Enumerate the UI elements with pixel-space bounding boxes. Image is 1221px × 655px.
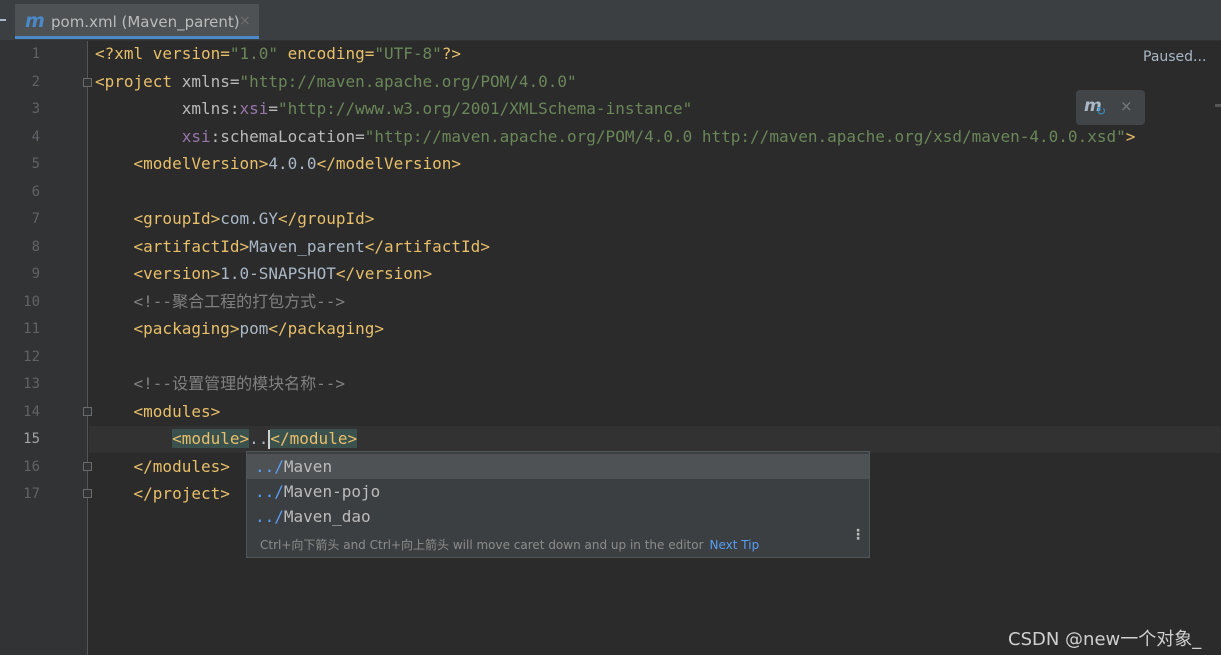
tab-title: pom.xml (Maven_parent): [51, 13, 240, 31]
indexing-status: Paused...: [1143, 49, 1207, 65]
editor-tab-bar: m pom.xml (Maven_parent) ×: [0, 0, 1221, 41]
line-number: 1: [31, 46, 40, 62]
refresh-icon: ↻: [1096, 104, 1107, 118]
code-line-11[interactable]: <packaging>pom</packaging>: [95, 319, 384, 339]
line-number: 4: [31, 129, 40, 145]
code-line-17[interactable]: </project>: [95, 484, 230, 504]
completion-item[interactable]: ../Maven-pojo: [247, 479, 869, 504]
line-number: 14: [23, 404, 40, 420]
completion-item[interactable]: ../Maven: [247, 454, 869, 479]
line-number: 13: [23, 376, 40, 392]
line-number: 10: [23, 294, 40, 310]
line-number: 12: [23, 349, 40, 365]
tab-close-icon[interactable]: ×: [239, 13, 251, 29]
line-number: 11: [23, 321, 40, 337]
vertical-dots-icon[interactable]: ⋮: [851, 528, 865, 542]
tab-pom-xml[interactable]: m pom.xml (Maven_parent) ×: [15, 4, 259, 39]
code-line-15[interactable]: <module>.. </module>: [95, 429, 358, 449]
fold-marker-project[interactable]: [83, 78, 92, 87]
line-number: 15: [23, 431, 40, 447]
code-line-9[interactable]: <version>1.0-SNAPSHOT</version>: [95, 264, 433, 284]
line-number: 8: [31, 239, 40, 255]
code-line-14[interactable]: <modules>: [95, 402, 221, 422]
watermark: CSDN @new一个对象_: [1008, 629, 1202, 650]
line-number: 6: [31, 184, 40, 200]
scrollbar-marker[interactable]: [1215, 104, 1221, 107]
maven-m-icon: m: [25, 10, 45, 32]
tab-overflow-icon[interactable]: [0, 19, 6, 21]
completion-tip: Ctrl+向下箭头 and Ctrl+向上箭头 will move caret …: [260, 536, 759, 553]
maven-reload-popup: m ↻ ×: [1076, 90, 1145, 125]
completion-tip-text: Ctrl+向下箭头 and Ctrl+向上箭头 will move caret …: [260, 538, 704, 552]
code-line-8[interactable]: <artifactId>Maven_parent</artifactId>: [95, 237, 490, 257]
code-line-4[interactable]: xsi:schemaLocation="http://maven.apache.…: [95, 127, 1136, 147]
completion-popup: ../Maven ../Maven-pojo ../Maven_dao Ctrl…: [246, 451, 870, 558]
code-line-5[interactable]: <modelVersion>4.0.0</modelVersion>: [95, 154, 462, 174]
line-number: 9: [31, 266, 40, 282]
code-line-13[interactable]: <!--设置管理的模块名称-->: [95, 374, 345, 394]
line-number: 7: [31, 211, 40, 227]
code-line-16[interactable]: </modules>: [95, 457, 230, 477]
code-line-3[interactable]: xmlns:xsi="http://www.w3.org/2001/XMLSch…: [95, 99, 693, 119]
code-line-7[interactable]: <groupId>com.GY</groupId>: [95, 209, 375, 229]
line-number: 2: [31, 74, 40, 90]
fold-end-modules[interactable]: [83, 462, 92, 471]
line-number: 16: [23, 459, 40, 475]
fold-marker-modules[interactable]: [83, 407, 92, 416]
close-icon[interactable]: ×: [1120, 97, 1133, 115]
code-line-1[interactable]: <?xml version="1.0" encoding="UTF-8"?>: [95, 44, 461, 64]
code-line-2[interactable]: <project xmlns="http://maven.apache.org/…: [95, 72, 577, 92]
completion-item[interactable]: ../Maven_dao: [247, 504, 869, 529]
line-number: 3: [31, 101, 40, 117]
next-tip-link[interactable]: Next Tip: [710, 538, 760, 552]
code-line-10[interactable]: <!--聚合工程的打包方式-->: [95, 292, 345, 312]
line-number: 5: [31, 156, 40, 172]
line-number: 17: [23, 486, 40, 502]
fold-end-project[interactable]: [83, 489, 92, 498]
